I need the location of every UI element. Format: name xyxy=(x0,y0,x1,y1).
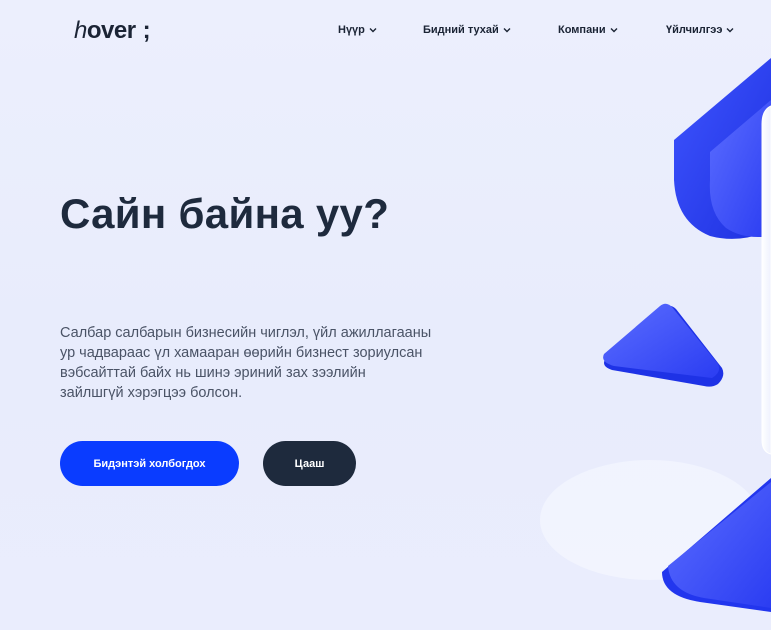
nav-item-label: Бидний тухай xyxy=(423,24,499,36)
main-navigation: Нүүр Бидний тухай Компани Үйлчилгээ xyxy=(0,24,771,44)
nav-item-services[interactable]: Үйлчилгээ xyxy=(666,24,734,36)
nav-item-label: Нүүр xyxy=(338,24,365,36)
bottom-shape-front xyxy=(668,482,771,608)
background-glow xyxy=(540,460,760,580)
white-panel xyxy=(761,105,771,455)
triangle-shape-shadow xyxy=(604,305,724,387)
nav-item-company[interactable]: Компани xyxy=(558,24,618,36)
chevron-down-icon xyxy=(726,28,734,33)
hero-title: Сайн байна уу? xyxy=(60,190,390,237)
more-button[interactable]: Цааш xyxy=(263,441,356,486)
triangle-shape xyxy=(603,303,720,378)
chevron-down-icon xyxy=(503,28,511,33)
nav-item-about[interactable]: Бидний тухай xyxy=(423,24,511,36)
nav-item-home[interactable]: Нүүр xyxy=(338,24,377,36)
contact-us-button[interactable]: Бидэнтэй холбогдох xyxy=(60,441,239,486)
shield-shape-side xyxy=(674,58,771,239)
bottom-shape-side xyxy=(662,478,771,612)
chevron-down-icon xyxy=(610,28,618,33)
hero-description: Салбар салбарын бизнесийн чиглэл, үйл аж… xyxy=(60,325,432,401)
hero-decoration-shapes xyxy=(540,58,771,612)
chevron-down-icon xyxy=(369,28,377,33)
nav-item-label: Үйлчилгээ xyxy=(666,24,723,36)
nav-item-label: Компани xyxy=(558,24,606,36)
shield-shape-front xyxy=(709,100,771,237)
